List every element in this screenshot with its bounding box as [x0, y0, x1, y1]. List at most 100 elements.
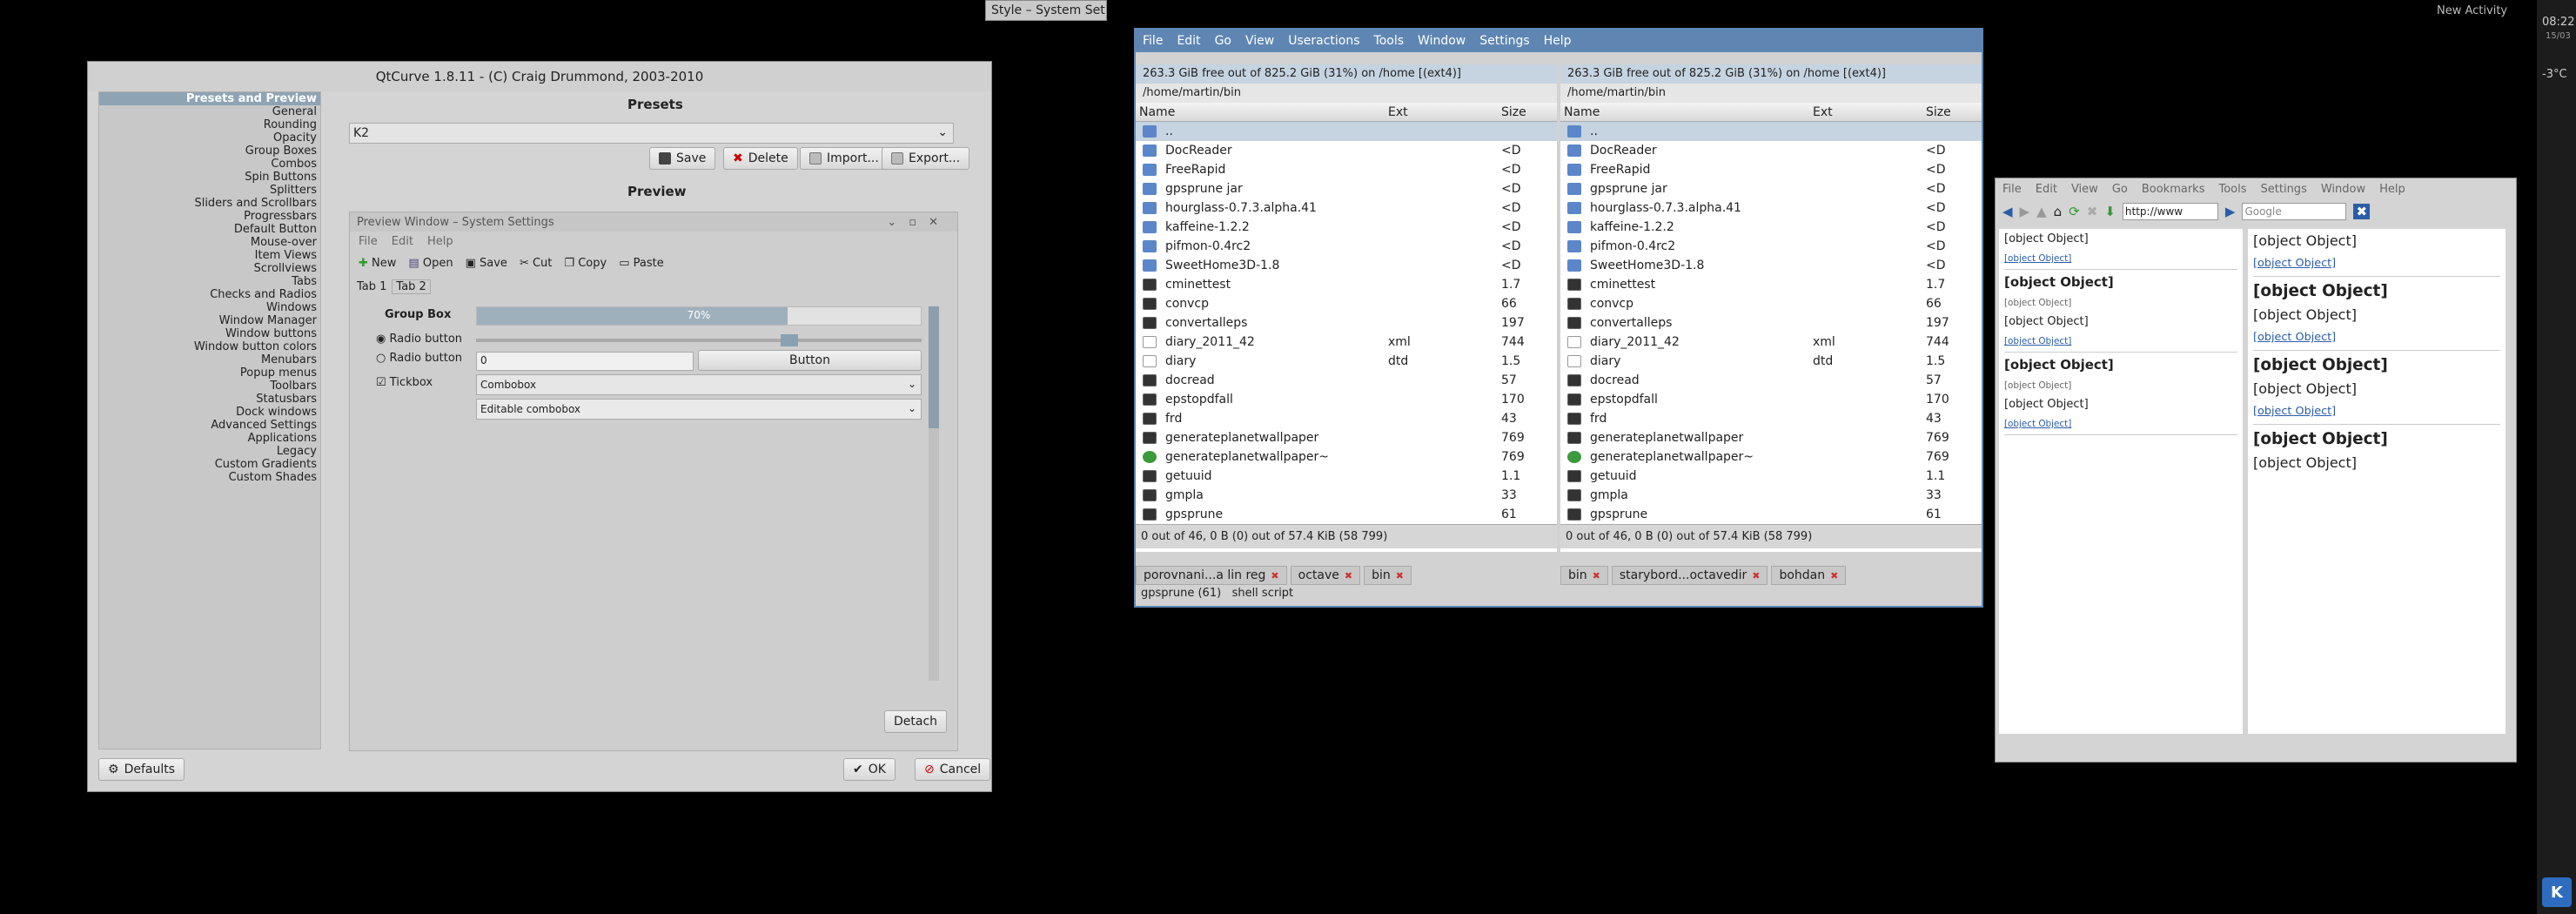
menu-tools[interactable]: Tools [1374, 34, 1405, 48]
file-row[interactable]: hourglass-0.7.3.alpha.41 <D [1560, 198, 1982, 218]
tickbox[interactable]: ☑ Tickbox [376, 376, 433, 389]
col-ext[interactable]: Ext [1388, 105, 1501, 119]
close-icon[interactable]: ✖ [1830, 570, 1838, 581]
tab-1[interactable]: Tab 1 [357, 280, 386, 293]
file-row[interactable]: cminettest 1.7 [1560, 275, 1982, 294]
close-icon[interactable]: ✖ [1396, 570, 1404, 581]
category-item[interactable]: Checks and Radios [99, 288, 320, 301]
file-row[interactable]: gpsprune 61 [1136, 505, 1557, 524]
browser-menu-window[interactable]: Window [2321, 183, 2365, 196]
file-row[interactable]: gmpla 33 [1560, 486, 1982, 505]
menu-edit[interactable]: Edit [1177, 34, 1200, 48]
panel-tab[interactable]: porovnani...a lin reg ✖ [1136, 566, 1287, 585]
preview-scrollbar[interactable] [929, 306, 939, 681]
article-head[interactable]: [object Object] [2253, 282, 2500, 301]
file-row[interactable]: gmpla 33 [1136, 486, 1557, 505]
path-bar[interactable]: /home/martin/bin [1560, 84, 1982, 103]
ok-button[interactable]: ✔ OK [843, 758, 896, 781]
editable-combobox[interactable]: Editable combobox ⌄ [476, 399, 922, 420]
tab-2[interactable]: Tab 2 [392, 279, 431, 294]
category-item[interactable]: Toolbars [99, 380, 320, 393]
file-row[interactable]: frd 43 [1560, 409, 1982, 428]
preview-menu-edit[interactable]: Edit [392, 235, 413, 248]
panel-tab[interactable]: bohdan ✖ [1771, 566, 1847, 585]
article-meta[interactable]: [object Object] [2253, 403, 2500, 426]
file-row[interactable]: frd 43 [1136, 409, 1557, 428]
url-field[interactable]: http://www [2122, 203, 2218, 220]
file-row[interactable]: DocReader <D [1136, 141, 1557, 160]
category-item[interactable]: Window button colors [99, 340, 320, 353]
col-size[interactable]: Size [1501, 105, 1553, 119]
file-row[interactable]: pifmon-0.4rc2 <D [1560, 237, 1982, 256]
slider-handle[interactable] [781, 334, 798, 346]
category-item[interactable]: Windows [99, 301, 320, 314]
file-row[interactable]: gpsprune 61 [1560, 505, 1982, 524]
article-meta[interactable]: [object Object] [2253, 329, 2500, 352]
menu-useractions[interactable]: Useractions [1288, 34, 1359, 48]
file-row[interactable]: diary_2011_42 xml 744 [1560, 333, 1982, 352]
article-head[interactable]: [object Object] [2004, 274, 2237, 291]
stop-icon[interactable]: ✖ [2087, 204, 2098, 219]
up-icon[interactable]: ▲ [2036, 204, 2047, 219]
search-field[interactable]: Google [2242, 203, 2347, 220]
category-item[interactable]: Dock windows [99, 406, 320, 419]
file-row[interactable]: generateplanetwallpaper 769 [1136, 428, 1557, 447]
category-item[interactable]: Opacity [99, 131, 320, 144]
category-item[interactable]: Splitters [99, 184, 320, 197]
tool-save[interactable]: ▣ Save [466, 257, 507, 270]
col-size[interactable]: Size [1926, 105, 1978, 119]
file-row[interactable]: .. [1560, 122, 1982, 141]
export-button[interactable]: Export... [882, 147, 970, 170]
file-row[interactable]: FreeRapid <D [1136, 160, 1557, 179]
category-item[interactable]: Window buttons [99, 327, 320, 340]
panel-tab[interactable]: bin ✖ [1560, 566, 1608, 585]
article-meta[interactable]: [object Object] [2004, 417, 2237, 435]
category-item[interactable]: Applications [99, 432, 320, 445]
category-item[interactable]: Advanced Settings [99, 419, 320, 432]
menu-help[interactable]: Help [1544, 34, 1572, 48]
category-item[interactable]: Menubars [99, 353, 320, 366]
menu-go[interactable]: Go [1215, 34, 1231, 48]
file-row[interactable]: diary dtd 1.5 [1560, 352, 1982, 371]
preset-combo[interactable]: K2 ⌄ [349, 123, 954, 144]
browser-menu-file[interactable]: File [2002, 183, 2022, 196]
slider[interactable] [476, 334, 922, 346]
file-row[interactable]: epstopdfall 170 [1560, 390, 1982, 409]
menu-window[interactable]: Window [1418, 34, 1466, 48]
file-row[interactable]: .. [1136, 122, 1557, 141]
file-row[interactable]: SweetHome3D-1.8 <D [1560, 256, 1982, 275]
category-item[interactable]: Scrollviews [99, 262, 320, 275]
article-meta[interactable]: [object Object] [2004, 252, 2237, 270]
download-icon[interactable]: ⬇ [2104, 204, 2116, 219]
tool-copy[interactable]: ❐ Copy [564, 257, 607, 270]
radio-button-1[interactable]: ◉ Radio button [376, 333, 462, 346]
file-row[interactable]: convertalleps 197 [1560, 313, 1982, 333]
file-row[interactable]: SweetHome3D-1.8 <D [1136, 256, 1557, 275]
file-row[interactable]: diary dtd 1.5 [1136, 352, 1557, 371]
category-item[interactable]: Progressbars [99, 210, 320, 223]
close-icon[interactable]: ✖ [1345, 570, 1352, 581]
preview-menu-help[interactable]: Help [427, 235, 453, 248]
article-meta[interactable]: [object Object] [2004, 334, 2237, 353]
category-item[interactable]: Combos [99, 158, 320, 171]
article-head[interactable]: [object Object] [2253, 430, 2500, 449]
file-row[interactable]: docread 57 [1560, 371, 1982, 390]
file-row[interactable]: gpsprune jar <D [1136, 179, 1557, 198]
defaults-button[interactable]: ⚙ Defaults [98, 758, 185, 781]
category-item[interactable]: Custom Shades [99, 471, 320, 484]
tool-cut[interactable]: ✂ Cut [520, 257, 552, 270]
file-row[interactable]: FreeRapid <D [1560, 160, 1982, 179]
close-icon[interactable]: ✖ [1752, 570, 1760, 581]
category-item[interactable]: Mouse-over [99, 236, 320, 249]
file-row[interactable]: getuuid 1.1 [1136, 467, 1557, 486]
file-row[interactable]: cminettest 1.7 [1136, 275, 1557, 294]
file-row[interactable]: generateplanetwallpaper 769 [1560, 428, 1982, 447]
preview-menu-file[interactable]: File [359, 235, 378, 248]
category-item[interactable]: Window Manager [99, 314, 320, 327]
article-head[interactable]: [object Object] [2253, 356, 2500, 375]
browser-menu-edit[interactable]: Edit [2036, 183, 2057, 196]
browser-menu-view[interactable]: View [2071, 183, 2098, 196]
browser-menu-help[interactable]: Help [2379, 183, 2405, 196]
col-name[interactable]: Name [1136, 105, 1388, 119]
tool-paste[interactable]: ▭ Paste [619, 257, 664, 270]
